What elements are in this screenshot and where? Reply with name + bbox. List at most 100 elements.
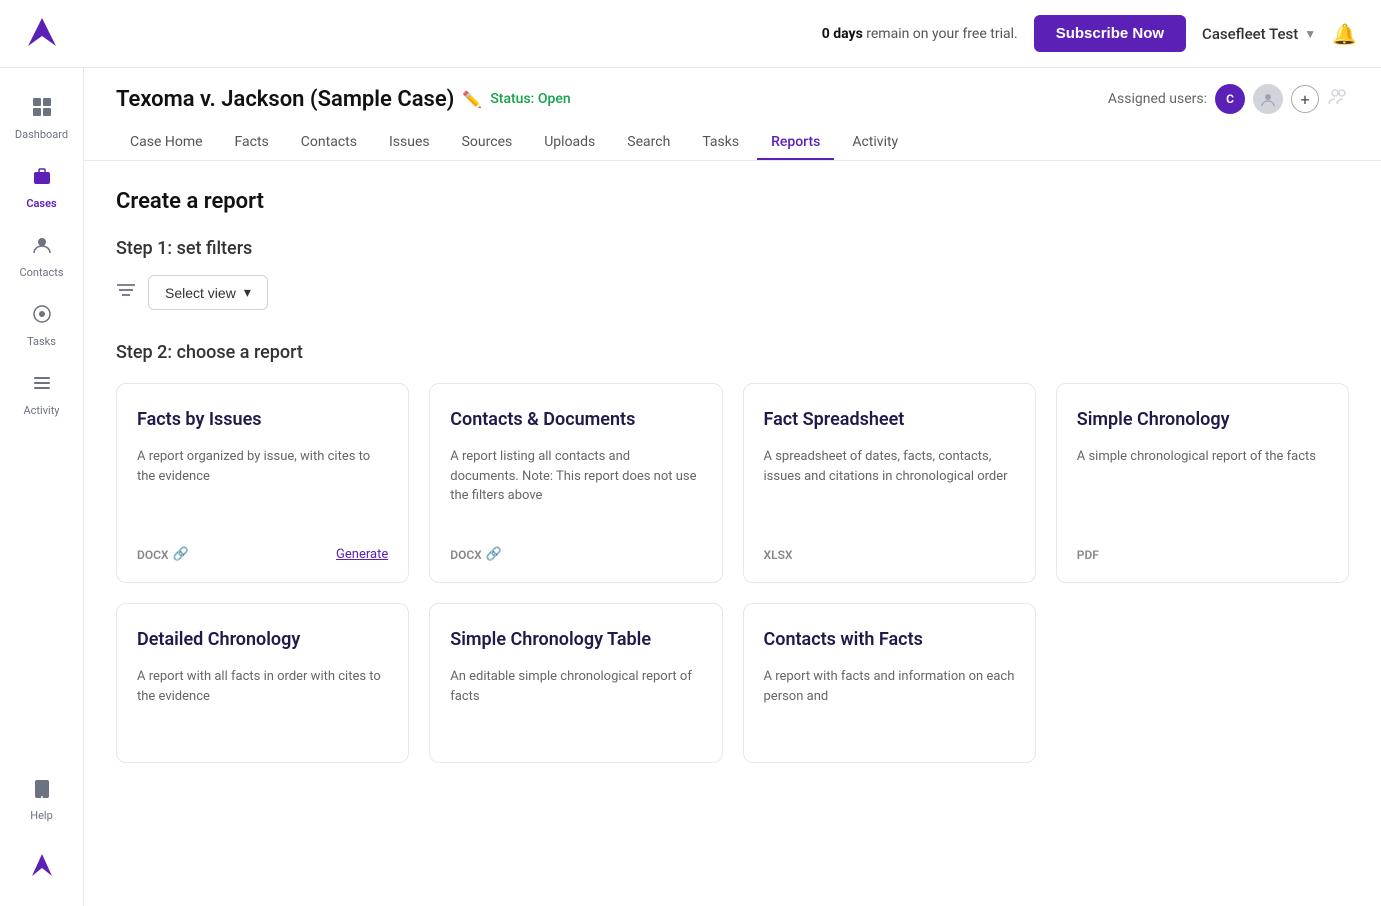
edit-icon[interactable]: ✏️: [462, 90, 482, 109]
trial-suffix: remain on your free trial.: [863, 26, 1018, 42]
top-bar: 0 days remain on your free trial. Subscr…: [0, 0, 1381, 68]
subscribe-button[interactable]: Subscribe Now: [1034, 15, 1186, 52]
card-desc-contacts-docs: A report listing all contacts and docume…: [450, 447, 701, 531]
nav-reports[interactable]: Reports: [757, 126, 834, 160]
users-icon: [1327, 86, 1349, 113]
sidebar-bottom: Help: [0, 765, 83, 890]
card-title-contacts-docs: Contacts & Documents: [450, 408, 701, 431]
step2-label: Step 2: choose a report: [116, 342, 1349, 363]
card-format-contacts-docs: DOCX 🔗: [450, 547, 502, 562]
select-view-chevron-icon: ▾: [244, 284, 251, 301]
help-icon: [31, 777, 53, 805]
card-desc-simple-chron: A simple chronological report of the fac…: [1077, 447, 1328, 532]
sidebar-label-help: Help: [30, 809, 53, 822]
report-card-detailed-chron[interactable]: Detailed Chronology A report with all fa…: [116, 603, 409, 763]
nav-sources[interactable]: Sources: [448, 126, 527, 160]
card-format-simple-chron: PDF: [1077, 548, 1099, 562]
trial-days: 0 days: [822, 26, 863, 42]
card-desc-detailed-chron: A report with all facts in order with ci…: [137, 667, 388, 742]
sidebar-item-cases[interactable]: Cases: [0, 153, 83, 222]
user-menu[interactable]: Casefleet Test ▼: [1202, 25, 1316, 43]
report-card-simple-chron-table[interactable]: Simple Chronology Table An editable simp…: [429, 603, 722, 763]
card-title-simple-chron: Simple Chronology: [1077, 408, 1328, 431]
card-footer-contacts-docs: DOCX 🔗: [450, 547, 701, 562]
nav-tasks[interactable]: Tasks: [688, 126, 753, 160]
user-name: Casefleet Test: [1202, 25, 1298, 43]
sidebar-item-help[interactable]: Help: [0, 765, 83, 834]
filter-icon: [116, 282, 136, 303]
card-format-fact-spreadsheet: XLSX: [764, 548, 793, 562]
select-view-label: Select view: [165, 285, 236, 301]
generate-link-facts-issues[interactable]: Generate: [336, 547, 388, 562]
report-card-contacts-documents[interactable]: Contacts & Documents A report listing al…: [429, 383, 722, 583]
report-cards-row1: Facts by Issues A report organized by is…: [116, 383, 1349, 583]
report-card-simple-chronology[interactable]: Simple Chronology A simple chronological…: [1056, 383, 1349, 583]
link-icon-2: 🔗: [486, 547, 502, 562]
card-title-contacts-facts: Contacts with Facts: [764, 628, 1015, 651]
card-title-detailed-chron: Detailed Chronology: [137, 628, 388, 651]
card-desc-facts-issues: A report organized by issue, with cites …: [137, 447, 388, 531]
card-title-fact-spreadsheet: Fact Spreadsheet: [764, 408, 1015, 431]
bell-icon[interactable]: 🔔: [1332, 22, 1357, 46]
empty-slot: [1056, 603, 1349, 763]
card-desc-simple-chron-table: An editable simple chronological report …: [450, 667, 701, 742]
card-footer-fact-spreadsheet: XLSX: [764, 548, 1015, 562]
sidebar-label-activity: Activity: [23, 404, 59, 417]
step1-label: Step 1: set filters: [116, 238, 1349, 259]
card-desc-contacts-facts: A report with facts and information on e…: [764, 667, 1015, 742]
sidebar-label-contacts: Contacts: [19, 266, 63, 279]
nav-contacts[interactable]: Contacts: [287, 126, 371, 160]
sidebar-item-contacts[interactable]: Contacts: [0, 222, 83, 291]
report-cards-row2: Detailed Chronology A report with all fa…: [116, 603, 1349, 763]
select-view-button[interactable]: Select view ▾: [148, 275, 268, 310]
nav-activity[interactable]: Activity: [838, 126, 912, 160]
trial-text: 0 days remain on your free trial.: [822, 26, 1018, 42]
chevron-down-icon: ▼: [1304, 27, 1316, 41]
activity-icon: [31, 372, 53, 400]
card-footer-facts-issues: DOCX 🔗 Generate: [137, 547, 388, 562]
sidebar-item-activity[interactable]: Activity: [0, 360, 83, 429]
card-desc-fact-spreadsheet: A spreadsheet of dates, facts, contacts,…: [764, 447, 1015, 532]
sidebar-item-logo-bottom: [0, 838, 83, 890]
report-page: Create a report Step 1: set filters Sele…: [84, 161, 1381, 906]
nav-uploads[interactable]: Uploads: [530, 126, 609, 160]
filters-row: Select view ▾: [116, 275, 1349, 310]
case-header: Texoma v. Jackson (Sample Case) ✏️ Statu…: [84, 68, 1381, 161]
nav-search[interactable]: Search: [613, 126, 684, 160]
status-label: Status:: [490, 91, 534, 107]
sidebar-item-dashboard[interactable]: Dashboard: [0, 84, 83, 153]
assigned-users-row: Assigned users: C +: [1108, 84, 1349, 114]
sidebar: Dashboard Cases Contacts: [0, 68, 84, 906]
content-area: Texoma v. Jackson (Sample Case) ✏️ Statu…: [84, 68, 1381, 906]
sidebar-item-tasks[interactable]: Tasks: [0, 291, 83, 360]
card-title-facts-issues: Facts by Issues: [137, 408, 388, 431]
avatar-user1: C: [1215, 84, 1245, 114]
nav-case-home[interactable]: Case Home: [116, 126, 217, 160]
contacts-icon: [31, 234, 53, 262]
card-footer-simple-chron: PDF: [1077, 548, 1328, 562]
card-format-facts-issues: DOCX 🔗: [137, 547, 189, 562]
case-nav: Case Home Facts Contacts Issues Sources …: [116, 126, 1349, 160]
add-user-button[interactable]: +: [1291, 85, 1319, 113]
nav-issues[interactable]: Issues: [375, 126, 444, 160]
report-card-facts-by-issues[interactable]: Facts by Issues A report organized by is…: [116, 383, 409, 583]
logo: [24, 14, 60, 54]
status-badge: Status: Open: [490, 91, 570, 107]
cases-icon: [31, 165, 53, 193]
avatar-user2: [1253, 84, 1283, 114]
top-bar-right: 0 days remain on your free trial. Subscr…: [822, 15, 1357, 52]
card-title-simple-chron-table: Simple Chronology Table: [450, 628, 701, 651]
tasks-icon: [31, 303, 53, 331]
case-title-row: Texoma v. Jackson (Sample Case) ✏️ Statu…: [116, 84, 1349, 114]
assigned-label: Assigned users:: [1108, 91, 1207, 107]
sidebar-label-cases: Cases: [26, 197, 56, 210]
page-title: Create a report: [116, 189, 1349, 214]
link-icon: 🔗: [173, 547, 189, 562]
status-value: Open: [538, 91, 571, 107]
nav-facts[interactable]: Facts: [221, 126, 283, 160]
sidebar-label-dashboard: Dashboard: [15, 128, 68, 141]
sidebar-label-tasks: Tasks: [27, 335, 56, 348]
report-card-fact-spreadsheet[interactable]: Fact Spreadsheet A spreadsheet of dates,…: [743, 383, 1036, 583]
report-card-contacts-facts[interactable]: Contacts with Facts A report with facts …: [743, 603, 1036, 763]
dashboard-icon: [31, 96, 53, 124]
